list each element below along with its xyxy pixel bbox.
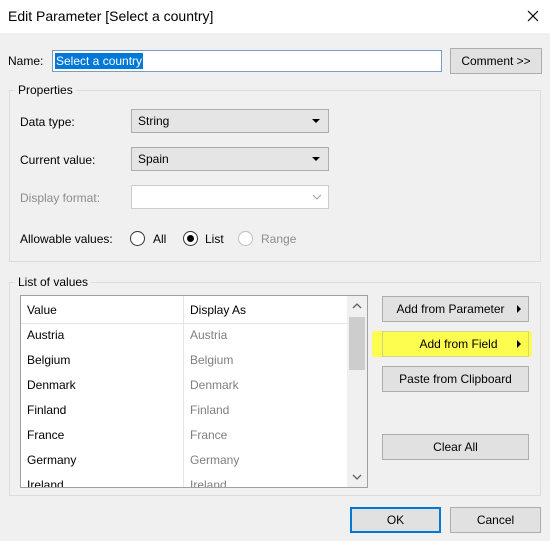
close-button[interactable] (520, 4, 546, 28)
row-display: Finland (190, 403, 230, 417)
row-display: France (190, 428, 228, 442)
radio-all[interactable] (130, 231, 145, 246)
add-from-field-button[interactable]: Add from Field (382, 331, 529, 357)
row-value: France (27, 428, 65, 442)
allowable-values-label: Allowable values: (20, 232, 113, 246)
chevron-down-icon (352, 474, 362, 480)
window-title: Edit Parameter [Select a country] (8, 8, 214, 24)
table-row[interactable]: Belgium Belgium (21, 348, 347, 373)
row-display: Germany (190, 453, 240, 467)
comment-button[interactable]: Comment >> (450, 48, 542, 74)
radio-range (238, 231, 253, 246)
current-value-select[interactable]: Spain (131, 147, 329, 171)
cancel-button[interactable]: Cancel (450, 507, 541, 533)
table-header: Value Display As (21, 296, 347, 324)
row-value: Germany (27, 453, 77, 467)
name-label: Name: (8, 54, 44, 68)
row-value: Austria (27, 328, 65, 342)
table-row[interactable]: Finland Finland (21, 398, 347, 423)
data-type-value: String (138, 114, 170, 128)
dropdown-arrow-icon (312, 157, 320, 161)
data-type-label: Data type: (20, 115, 75, 129)
table-row[interactable]: Ireland Ireland (21, 473, 347, 488)
clear-all-button[interactable]: Clear All (382, 434, 529, 460)
row-value: Finland (27, 403, 67, 417)
scroll-thumb[interactable] (349, 317, 365, 370)
current-value-label: Current value: (20, 153, 96, 167)
properties-legend: Properties (15, 83, 76, 97)
data-type-select[interactable]: String (131, 109, 329, 133)
column-header-value[interactable]: Value (27, 303, 57, 317)
table-row[interactable]: Denmark Denmark (21, 373, 347, 398)
row-display: Belgium (190, 353, 234, 367)
row-value: Belgium (27, 353, 71, 367)
scroll-up-button[interactable] (347, 296, 367, 316)
radio-all-label: All (153, 232, 167, 246)
list-of-values-legend: List of values (15, 275, 92, 289)
submenu-arrow-icon (517, 340, 521, 348)
ok-button[interactable]: OK (350, 507, 441, 533)
row-display: Austria (190, 328, 228, 342)
table-row[interactable]: France France (21, 423, 347, 448)
values-table[interactable]: Value Display As Austria Austria Belgium… (20, 295, 368, 488)
chevron-down-icon (312, 194, 322, 200)
row-value: Ireland (27, 478, 64, 488)
row-value: Denmark (27, 378, 76, 392)
display-format-label: Display format: (20, 191, 101, 205)
name-input-value: Select a country (55, 53, 144, 69)
radio-range-label: Range (261, 232, 297, 246)
close-icon (527, 10, 539, 22)
chevron-up-icon (352, 303, 362, 309)
add-from-parameter-label: Add from Parameter (396, 302, 505, 316)
row-display: Ireland (190, 478, 227, 488)
name-input[interactable]: Select a country (52, 50, 442, 72)
column-header-display-as[interactable]: Display As (190, 303, 246, 317)
scroll-down-button[interactable] (347, 467, 367, 487)
radio-list[interactable] (183, 231, 198, 246)
dropdown-arrow-icon (312, 119, 320, 123)
submenu-arrow-icon (517, 305, 521, 313)
table-row[interactable]: Germany Germany (21, 448, 347, 473)
add-from-parameter-button[interactable]: Add from Parameter (382, 296, 529, 322)
table-row[interactable]: Austria Austria (21, 323, 347, 348)
add-from-field-label: Add from Field (419, 337, 498, 351)
current-value-value: Spain (138, 152, 169, 166)
radio-list-label: List (205, 232, 224, 246)
row-display: Denmark (190, 378, 239, 392)
vertical-scrollbar[interactable] (347, 296, 367, 487)
paste-from-clipboard-button[interactable]: Paste from Clipboard (382, 366, 529, 392)
title-bar: Edit Parameter [Select a country] (0, 0, 550, 33)
display-format-select (131, 185, 329, 209)
